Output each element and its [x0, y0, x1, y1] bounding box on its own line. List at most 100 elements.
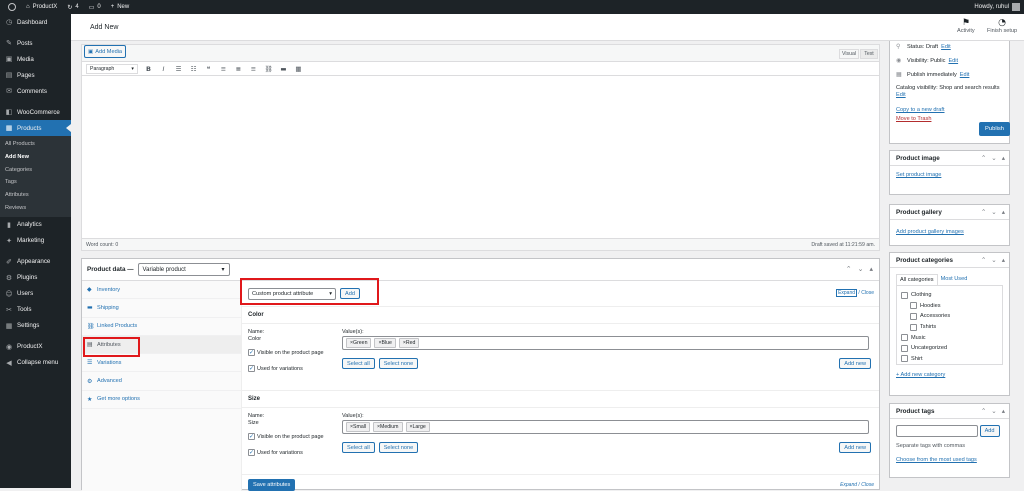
value-chip[interactable]: × Green — [346, 338, 372, 348]
add-new-category-link[interactable]: + Add new category — [896, 372, 945, 378]
move-up-icon[interactable]: ⌃ — [981, 256, 986, 264]
blockquote-icon[interactable]: ❝ — [204, 65, 213, 73]
publish-button[interactable]: Publish — [979, 122, 1011, 136]
tab-linked-products[interactable]: ⛓ Linked Products — [82, 318, 241, 336]
sidebar-item-woocommerce[interactable]: ◧ WooCommerce — [0, 104, 71, 120]
wordpress-logo-icon[interactable] — [0, 0, 21, 14]
sidebar-item-settings[interactable]: ▦ Settings — [0, 318, 71, 334]
tab-most-used[interactable]: Most Used — [938, 274, 971, 285]
read-more-icon[interactable]: ▬ — [279, 65, 288, 73]
value-chip[interactable]: × Small — [346, 422, 371, 432]
toolbar-toggle-icon[interactable]: ▦ — [294, 65, 303, 73]
set-product-image-link[interactable]: Set product image — [896, 172, 941, 178]
finish-setup-button[interactable]: ◔ Finish setup — [987, 18, 1017, 34]
move-down-icon[interactable]: ⌄ — [991, 407, 996, 415]
move-up-icon[interactable]: ⌃ — [981, 208, 986, 216]
move-up-icon[interactable]: ⌃ — [981, 154, 986, 162]
add-tag-button[interactable]: Add — [979, 425, 1000, 437]
category-checkbox[interactable] — [901, 355, 908, 363]
category-checkbox[interactable] — [910, 302, 917, 310]
site-name-link[interactable]: ⌂ ProductX — [21, 0, 62, 14]
visible-checkbox[interactable]: ✓ — [248, 349, 255, 356]
sidebar-item-collapse-menu[interactable]: ◀ Collapse menu — [0, 355, 71, 371]
attribute-values-input[interactable]: × Green × Blue × Red — [342, 336, 869, 350]
format-select[interactable]: Paragraph ▾ — [86, 63, 138, 74]
value-chip[interactable]: × Large — [405, 422, 430, 432]
sidebar-item-products[interactable]: ▦ Products — [0, 120, 71, 136]
attribute-name-value[interactable]: Size — [248, 420, 259, 426]
sidebar-item-users[interactable]: ☺ Users — [0, 286, 71, 302]
category-checkbox[interactable] — [901, 334, 908, 342]
submenu-item-categories[interactable]: Categories — [0, 164, 71, 177]
expand-link[interactable]: Expand — [840, 482, 857, 488]
product-type-select[interactable]: Variable product ▾ — [137, 263, 230, 276]
comments-link[interactable]: ▭ 0 — [84, 0, 106, 14]
align-left-icon[interactable]: ≡ — [219, 65, 228, 73]
close-link[interactable]: Close — [861, 482, 874, 488]
expand-link[interactable]: Expand — [836, 289, 858, 297]
attribute-title[interactable]: Size — [248, 396, 260, 402]
move-to-trash-link[interactable]: Move to Trash — [896, 116, 931, 122]
choose-tags-link[interactable]: Choose from the most used tags — [896, 457, 977, 463]
attribute-values-input[interactable]: × Small × Medium × Large — [342, 420, 869, 434]
attribute-title[interactable]: Color — [248, 312, 264, 318]
new-content-link[interactable]: + New — [106, 0, 135, 14]
submenu-item-attributes[interactable]: Attributes — [0, 189, 71, 202]
add-new-value-button[interactable]: Add new — [839, 442, 871, 453]
add-media-button[interactable]: ▣ Add Media — [84, 45, 127, 58]
sidebar-item-tools[interactable]: ✂ Tools — [0, 302, 71, 318]
toggle-icon[interactable]: ▴ — [869, 265, 873, 273]
select-none-button[interactable]: Select none — [378, 442, 419, 453]
select-all-button[interactable]: Select all — [342, 358, 375, 369]
toggle-icon[interactable]: ▴ — [1002, 208, 1005, 216]
edit-schedule-link[interactable]: Edit — [960, 72, 970, 78]
tab-inventory[interactable]: ◆ Inventory — [82, 281, 241, 300]
updates-link[interactable]: ↻ 4 — [62, 0, 83, 14]
tab-get-more-options[interactable]: ★ Get more options — [82, 391, 241, 410]
toggle-icon[interactable]: ▴ — [1002, 407, 1005, 415]
tab-advanced[interactable]: ⚙ Advanced — [82, 372, 241, 391]
submenu-item-reviews[interactable]: Reviews — [0, 202, 71, 215]
visible-checkbox[interactable]: ✓ — [248, 433, 255, 440]
numbered-list-icon[interactable]: ☷ — [189, 65, 198, 73]
select-all-button[interactable]: Select all — [342, 442, 375, 453]
activity-button[interactable]: ⚑ Activity — [957, 18, 975, 34]
sidebar-item-posts[interactable]: ✎ Posts — [0, 35, 71, 51]
visual-tab[interactable]: Visual — [839, 49, 859, 59]
sidebar-item-plugins[interactable]: ⚙ Plugins — [0, 270, 71, 286]
category-checkbox[interactable] — [901, 291, 908, 299]
move-down-icon[interactable]: ⌄ — [991, 256, 996, 264]
copy-draft-link[interactable]: Copy to a new draft — [896, 107, 945, 113]
move-down-icon[interactable]: ⌄ — [991, 208, 996, 216]
tab-shipping[interactable]: ▬ Shipping — [82, 299, 241, 318]
edit-catalog-link[interactable]: Edit — [896, 92, 906, 98]
italic-icon[interactable]: I — [159, 65, 168, 73]
attribute-name-value[interactable]: Color — [248, 336, 261, 342]
text-tab[interactable]: Text — [860, 49, 878, 59]
submenu-item-all-products[interactable]: All Products — [0, 138, 71, 151]
value-chip[interactable]: × Medium — [373, 422, 403, 432]
move-down-icon[interactable]: ⌄ — [858, 265, 864, 273]
submenu-item-tags[interactable]: Tags — [0, 176, 71, 189]
sidebar-item-marketing[interactable]: ✦ Marketing — [0, 233, 71, 249]
sidebar-item-pages[interactable]: ▤ Pages — [0, 67, 71, 83]
sidebar-item-productx[interactable]: ◉ ProductX — [0, 339, 71, 355]
tab-all-categories[interactable]: All categories — [896, 274, 938, 285]
move-up-icon[interactable]: ⌃ — [846, 265, 852, 273]
category-checkbox[interactable] — [910, 312, 917, 320]
move-up-icon[interactable]: ⌃ — [981, 407, 986, 415]
sidebar-item-media[interactable]: ▣ Media — [0, 51, 71, 67]
add-gallery-images-link[interactable]: Add product gallery images — [896, 229, 964, 235]
add-new-value-button[interactable]: Add new — [839, 358, 871, 369]
move-down-icon[interactable]: ⌄ — [991, 154, 996, 162]
align-center-icon[interactable]: ≣ — [234, 65, 243, 73]
sidebar-item-dashboard[interactable]: ◷ Dashboard — [0, 14, 71, 30]
variations-checkbox[interactable]: ✓ — [248, 449, 255, 456]
edit-visibility-link[interactable]: Edit — [948, 58, 958, 64]
account-menu[interactable]: Howdy, ruhul — [974, 0, 1020, 14]
save-attributes-button[interactable]: Save attributes — [248, 479, 296, 491]
category-checkbox[interactable] — [910, 323, 917, 331]
toggle-icon[interactable]: ▴ — [1002, 154, 1005, 162]
link-icon[interactable]: ⛓ — [264, 65, 273, 73]
toggle-icon[interactable]: ▴ — [1002, 256, 1005, 264]
